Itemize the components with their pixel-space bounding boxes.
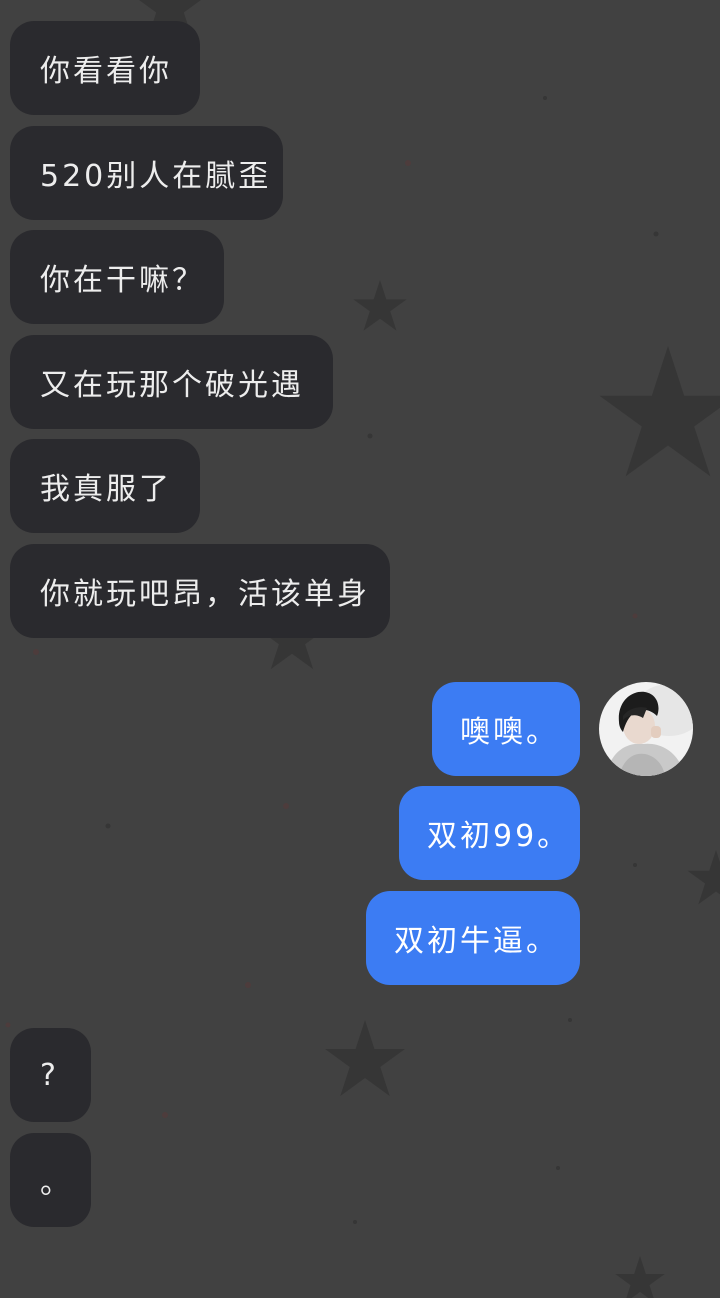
incoming-message[interactable]: ? xyxy=(10,1028,91,1122)
message-text: 又在玩那个破光遇 xyxy=(40,368,304,403)
star-icon xyxy=(325,1020,405,1096)
incoming-message[interactable]: 你在干嘛？ xyxy=(10,230,224,324)
star-icon xyxy=(687,850,720,905)
star-icon xyxy=(353,280,407,331)
message-text: 。 xyxy=(40,1166,73,1201)
message-text: 你看看你 xyxy=(40,54,172,89)
avatar[interactable] xyxy=(599,682,693,776)
avatar-image xyxy=(599,682,693,776)
message-text: 噢噢。 xyxy=(460,715,559,750)
message-text: 520别人在腻歪 xyxy=(40,159,272,194)
message-text: 双初99。 xyxy=(427,819,571,854)
message-text: 我真服了 xyxy=(40,472,172,507)
message-text: 双初牛逼。 xyxy=(394,924,559,959)
star-icon xyxy=(615,1256,665,1298)
incoming-message[interactable]: 520别人在腻歪 xyxy=(10,126,283,220)
message-text: ? xyxy=(40,1057,59,1093)
outgoing-message[interactable]: 双初99。 xyxy=(399,786,580,880)
incoming-message[interactable]: 。 xyxy=(10,1133,91,1227)
outgoing-message[interactable]: 双初牛逼。 xyxy=(366,891,580,985)
incoming-message[interactable]: 我真服了 xyxy=(10,439,200,533)
incoming-message[interactable]: 你看看你 xyxy=(10,21,200,115)
star-icon xyxy=(599,346,720,477)
message-text: 你就玩吧昂，活该单身 xyxy=(40,577,370,612)
incoming-message[interactable]: 你就玩吧昂，活该单身 xyxy=(10,544,390,638)
incoming-message[interactable]: 又在玩那个破光遇 xyxy=(10,335,333,429)
outgoing-message[interactable]: 噢噢。 xyxy=(432,682,580,776)
message-text: 你在干嘛？ xyxy=(40,263,205,298)
